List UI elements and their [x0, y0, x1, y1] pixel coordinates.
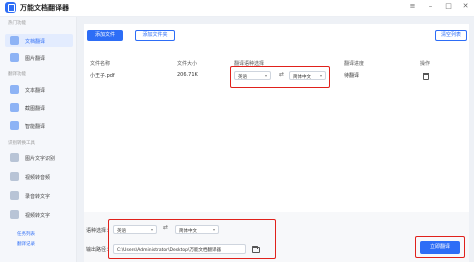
sidebar-item-label: 录音转文字 — [25, 193, 51, 200]
sidebar-item-label: 文本翻译 — [25, 87, 46, 94]
clear-list-button[interactable]: 清空列表 — [435, 30, 467, 41]
header-actions: 操作 — [420, 61, 431, 67]
table-row[interactable]: 小王子.pdf 206.71K 英语 ▾ ⇄ 简体中文 ▾ 待翻译 — [84, 66, 469, 88]
smart-translate-icon — [10, 121, 19, 130]
sidebar-item-video-to-text[interactable]: 视频转文字 — [5, 208, 73, 221]
sidebar-item-recording-to-text[interactable]: 录音转文字 — [5, 189, 73, 202]
sidebar-item-label: 视频转音频 — [25, 174, 51, 181]
sidebar-item-smart-translate[interactable]: 智能翻译 — [5, 119, 73, 132]
file-size: 206.71K — [177, 72, 198, 78]
header-file-name: 文件名称 — [90, 61, 111, 67]
row-language-highlight — [230, 66, 330, 88]
add-folder-button[interactable]: 添加文件夹 — [135, 30, 175, 41]
file-name: 小王子.pdf — [90, 73, 115, 79]
close-icon[interactable]: ✕ — [461, 2, 470, 10]
bottom-settings: 语种选择： 英语 ▾ ⇄ 简体中文 ▾ 输出路径： C:\Users\Admin… — [84, 212, 469, 262]
sidebar-item-document-translate[interactable]: 文档翻译 — [5, 34, 73, 47]
screenshot-translate-icon — [10, 103, 19, 112]
sidebar-item-ocr[interactable]: 图片文字识别 — [5, 151, 73, 164]
sidebar-item-label: 图片文字识别 — [25, 155, 56, 162]
sidebar-group-translate: 翻译功能 — [8, 72, 26, 77]
sidebar-item-label: 文档翻译 — [25, 38, 46, 45]
sidebar-group-recognition: 识别转换工具 — [8, 141, 35, 146]
task-list-link[interactable]: 任务列表 — [17, 231, 35, 237]
sidebar-item-image-translate[interactable]: 图片翻译 — [5, 51, 73, 64]
text-translate-icon — [10, 85, 19, 94]
ocr-icon — [10, 153, 19, 162]
header-file-size: 文件大小 — [177, 61, 198, 67]
sidebar-item-screenshot-translate[interactable]: 截图翻译 — [5, 101, 73, 114]
title-bar: 万能文档翻译器 ≡ – □ ✕ — [0, 0, 474, 17]
start-button-highlight — [415, 236, 465, 258]
header-progress: 翻译进度 — [344, 61, 365, 67]
maximize-icon[interactable]: □ — [444, 2, 453, 10]
image-translate-icon — [10, 53, 19, 62]
sidebar: 热门功能 文档翻译 图片翻译 翻译功能 文本翻译 截图翻译 智能翻译 识别转换工… — [0, 17, 77, 262]
main-area: 添加文件 添加文件夹 清空列表 文件名称 文件大小 翻译语种选择 翻译进度 操作… — [77, 17, 474, 262]
menu-icon[interactable]: ≡ — [408, 2, 417, 10]
trash-icon[interactable] — [423, 73, 429, 80]
document-translate-icon — [10, 36, 19, 45]
recording-to-text-icon — [10, 191, 19, 200]
sidebar-group-hot: 热门功能 — [8, 21, 26, 26]
translation-status: 待翻译 — [344, 73, 360, 79]
sidebar-item-text-translate[interactable]: 文本翻译 — [5, 83, 73, 96]
add-file-button[interactable]: 添加文件 — [87, 30, 123, 41]
minimize-icon[interactable]: – — [426, 2, 435, 10]
sidebar-item-label: 视频转文字 — [25, 212, 51, 219]
sidebar-item-video-to-audio[interactable]: 视频转音频 — [5, 170, 73, 183]
bottom-settings-highlight — [108, 219, 276, 259]
app-logo-icon — [5, 2, 16, 13]
translation-records-link[interactable]: 翻译记录 — [17, 241, 35, 247]
video-to-text-icon — [10, 210, 19, 219]
sidebar-item-label: 智能翻译 — [25, 123, 46, 130]
sidebar-item-label: 图片翻译 — [25, 55, 46, 62]
app-title: 万能文档翻译器 — [20, 4, 69, 12]
video-to-audio-icon — [10, 172, 19, 181]
sidebar-item-label: 截图翻译 — [25, 105, 46, 112]
